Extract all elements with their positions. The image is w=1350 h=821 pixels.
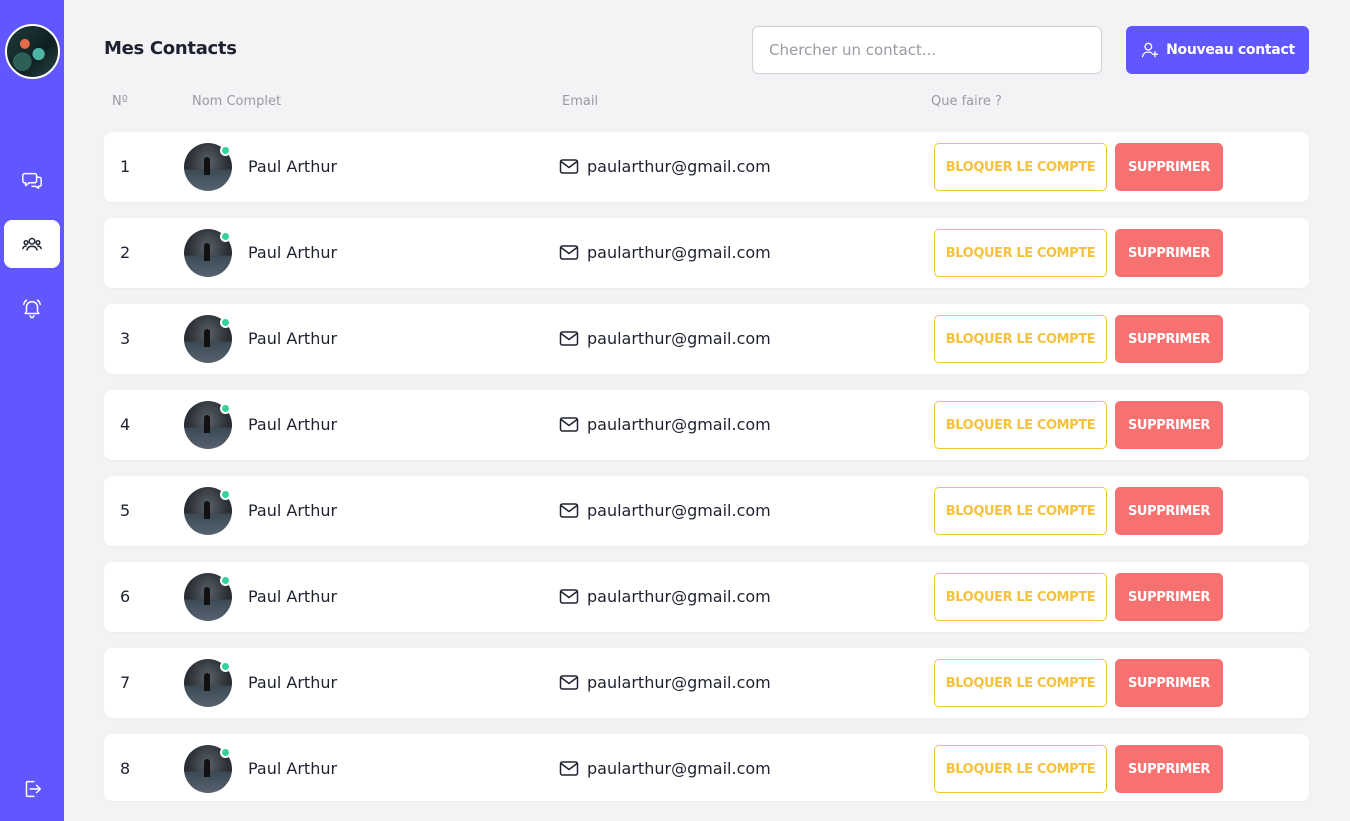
mail-icon <box>559 503 579 518</box>
delete-button[interactable]: SUPPRIMER <box>1115 659 1223 707</box>
column-header-number: Nº <box>112 94 128 109</box>
online-status-dot <box>220 403 231 414</box>
contact-name: Paul Arthur <box>248 759 338 778</box>
mail-icon <box>559 589 579 604</box>
online-status-dot <box>220 231 231 242</box>
sidebar <box>0 0 64 821</box>
online-status-dot <box>220 489 231 500</box>
logout-icon <box>25 780 41 798</box>
bell-icon <box>23 299 41 319</box>
contact-email: paularthur@gmail.com <box>587 157 771 176</box>
block-account-button[interactable]: BLOQUER LE COMPTE <box>934 487 1107 535</box>
table-row: 2 Paul Arthur paularthur@gmail.com BLOQU… <box>104 218 1309 288</box>
page-title: Mes Contacts <box>104 38 237 59</box>
mail-icon <box>559 159 579 174</box>
contact-email: paularthur@gmail.com <box>587 587 771 606</box>
new-contact-label: Nouveau contact <box>1166 42 1295 58</box>
online-status-dot <box>220 317 231 328</box>
block-account-button[interactable]: BLOQUER LE COMPTE <box>934 229 1107 277</box>
mail-icon <box>559 761 579 776</box>
online-status-dot <box>220 145 231 156</box>
block-account-button[interactable]: BLOQUER LE COMPTE <box>934 573 1107 621</box>
contact-email: paularthur@gmail.com <box>587 415 771 434</box>
user-plus-icon <box>1141 42 1159 58</box>
nav-contacts[interactable] <box>4 220 60 268</box>
nav-logout[interactable] <box>4 765 60 813</box>
row-number: 2 <box>120 243 131 262</box>
row-number: 3 <box>120 329 131 348</box>
row-number: 1 <box>120 157 131 176</box>
row-number: 8 <box>120 759 131 778</box>
table-row: 6 Paul Arthur paularthur@gmail.com BLOQU… <box>104 562 1309 632</box>
block-account-button[interactable]: BLOQUER LE COMPTE <box>934 315 1107 363</box>
column-header-name: Nom Complet <box>192 94 282 109</box>
contact-name: Paul Arthur <box>248 501 338 520</box>
nav-messages[interactable] <box>4 156 60 204</box>
contacts-icon <box>22 237 42 251</box>
new-contact-button[interactable]: Nouveau contact <box>1126 26 1309 74</box>
nav-notifications[interactable] <box>4 284 60 332</box>
online-status-dot <box>220 661 231 672</box>
contact-name: Paul Arthur <box>248 157 338 176</box>
contact-name: Paul Arthur <box>248 243 338 262</box>
block-account-button[interactable]: BLOQUER LE COMPTE <box>934 401 1107 449</box>
delete-button[interactable]: SUPPRIMER <box>1115 745 1223 793</box>
row-number: 5 <box>120 501 131 520</box>
table-row: 5 Paul Arthur paularthur@gmail.com BLOQU… <box>104 476 1309 546</box>
search-input[interactable] <box>752 26 1102 74</box>
table-row: 1 Paul Arthur paularthur@gmail.com BLOQU… <box>104 132 1309 202</box>
mail-icon <box>559 245 579 260</box>
delete-button[interactable]: SUPPRIMER <box>1115 573 1223 621</box>
column-header-email: Email <box>562 94 599 109</box>
contact-name: Paul Arthur <box>248 673 338 692</box>
contact-name: Paul Arthur <box>248 587 338 606</box>
delete-button[interactable]: SUPPRIMER <box>1115 401 1223 449</box>
delete-button[interactable]: SUPPRIMER <box>1115 315 1223 363</box>
delete-button[interactable]: SUPPRIMER <box>1115 143 1223 191</box>
row-number: 6 <box>120 587 131 606</box>
mail-icon <box>559 331 579 346</box>
column-header-actions: Que faire ? <box>931 94 1002 109</box>
contact-name: Paul Arthur <box>248 329 338 348</box>
mail-icon <box>559 675 579 690</box>
table-row: 4 Paul Arthur paularthur@gmail.com BLOQU… <box>104 390 1309 460</box>
mail-icon <box>559 417 579 432</box>
table-row: 3 Paul Arthur paularthur@gmail.com BLOQU… <box>104 304 1309 374</box>
block-account-button[interactable]: BLOQUER LE COMPTE <box>934 745 1107 793</box>
block-account-button[interactable]: BLOQUER LE COMPTE <box>934 659 1107 707</box>
chat-icon <box>22 172 42 189</box>
contact-email: paularthur@gmail.com <box>587 673 771 692</box>
contact-email: paularthur@gmail.com <box>587 243 771 262</box>
delete-button[interactable]: SUPPRIMER <box>1115 487 1223 535</box>
online-status-dot <box>220 575 231 586</box>
row-number: 7 <box>120 673 131 692</box>
main-content: Mes Contacts Nouveau contact Nº Nom Comp… <box>64 0 1350 821</box>
contact-email: paularthur@gmail.com <box>587 501 771 520</box>
contact-email: paularthur@gmail.com <box>587 329 771 348</box>
contact-email: paularthur@gmail.com <box>587 759 771 778</box>
contact-name: Paul Arthur <box>248 415 338 434</box>
table-row: 7 Paul Arthur paularthur@gmail.com BLOQU… <box>104 648 1309 718</box>
row-number: 4 <box>120 415 131 434</box>
app: Mes Contacts Nouveau contact Nº Nom Comp… <box>0 0 1350 821</box>
table-row: 8 Paul Arthur paularthur@gmail.com BLOQU… <box>104 734 1309 801</box>
delete-button[interactable]: SUPPRIMER <box>1115 229 1223 277</box>
online-status-dot <box>220 747 231 758</box>
profile-avatar[interactable] <box>5 24 60 79</box>
block-account-button[interactable]: BLOQUER LE COMPTE <box>934 143 1107 191</box>
